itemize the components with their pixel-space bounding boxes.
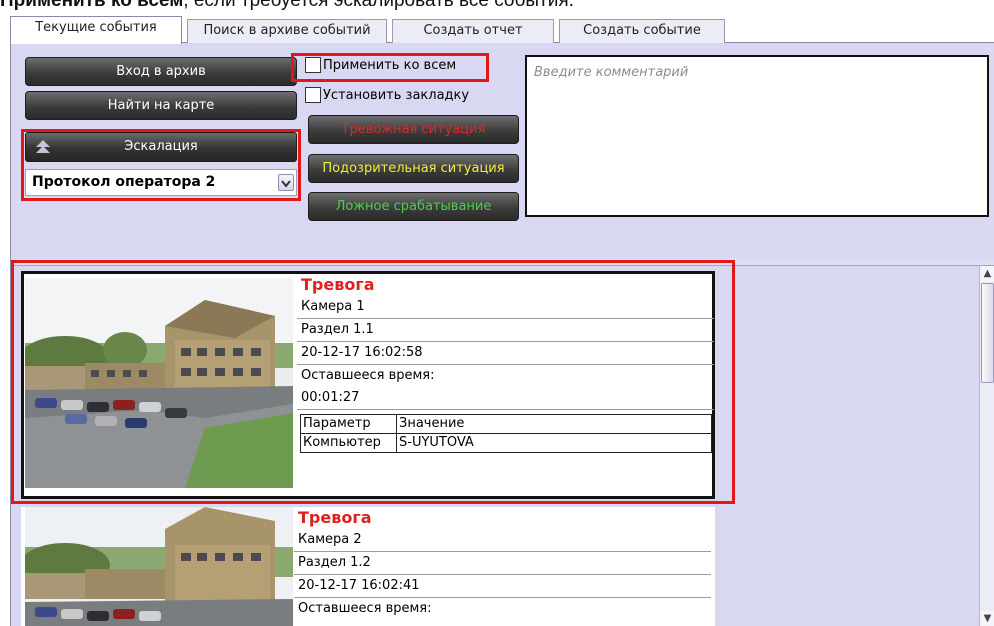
checkbox-box[interactable] [305, 57, 321, 73]
table-header-row: Параметр Значение [300, 414, 712, 434]
protocol-select[interactable]: Протокол оператора 2 [25, 169, 297, 196]
event-camera: Камера 2 [294, 529, 711, 552]
caption-bold: Применить ко всем [0, 0, 184, 11]
scroll-up-button[interactable]: ▲ [980, 266, 994, 282]
event-title: Тревога [301, 275, 375, 294]
tab-archive-search[interactable]: Поиск в архиве событий [187, 19, 387, 43]
table-cell: Компьютер [300, 433, 397, 453]
event-remaining-label: Оставшееся время: [298, 601, 432, 616]
find-on-map-button[interactable]: Найти на карте [25, 91, 297, 120]
controls-area: Вход в архив Найти на карте Эскалация Пр… [11, 43, 994, 258]
table-row: Компьютер S-UYUTOVA [300, 433, 712, 453]
scrollbar[interactable]: ▲ ▼ [979, 266, 994, 626]
event-card[interactable]: Тревога Камера 1 Раздел 1.1 20-12-17 16:… [21, 271, 715, 499]
event-section: Раздел 1.1 [297, 319, 714, 342]
escalation-button[interactable]: Эскалация [25, 132, 297, 162]
event-section: Раздел 1.2 [294, 552, 711, 575]
dropdown-button[interactable] [278, 174, 294, 191]
apply-to-all-label: Применить ко всем [323, 57, 457, 73]
event-list[interactable]: Тревога Камера 1 Раздел 1.1 20-12-17 16:… [11, 260, 994, 626]
table-header: Значение [396, 414, 712, 434]
event-datetime: 20-12-17 16:02:41 [294, 575, 711, 598]
instruction-caption: Применить ко всем, если требуется эскали… [0, 0, 574, 12]
chevron-up-double-icon [36, 140, 50, 153]
apply-to-all-checkbox[interactable]: Применить ко всем [305, 57, 456, 73]
event-param-table: Параметр Значение Компьютер S-UYUTOVA [300, 414, 712, 453]
scroll-thumb[interactable] [981, 283, 994, 383]
events-panel: Вход в архив Найти на карте Эскалация Пр… [10, 43, 994, 626]
camera-snapshot[interactable] [25, 278, 293, 488]
event-card[interactable]: Тревога Камера 2 Раздел 1.2 20-12-17 16:… [21, 507, 715, 626]
event-title: Тревога [298, 508, 372, 527]
archive-button[interactable]: Вход в архив [25, 57, 297, 86]
event-info: Тревога Камера 2 Раздел 1.2 20-12-17 16:… [294, 507, 711, 620]
event-remaining-time: 00:01:27 [297, 387, 714, 410]
tab-current-events[interactable]: Текущие события [10, 16, 182, 44]
table-cell: S-UYUTOVA [396, 433, 712, 453]
alarm-situation-button[interactable]: Тревожная ситуация [308, 115, 519, 144]
protocol-select-value: Протокол оператора 2 [32, 174, 216, 190]
arrow-down-icon: ▼ [983, 613, 992, 624]
escalation-label: Эскалация [124, 139, 198, 154]
suspicious-situation-button[interactable]: Подозрительная ситуация [308, 154, 519, 183]
table-header: Параметр [300, 414, 397, 434]
camera-image [25, 278, 293, 488]
set-bookmark-checkbox[interactable]: Установить закладку [305, 87, 469, 103]
false-alarm-button[interactable]: Ложное срабатывание [308, 192, 519, 221]
camera-snapshot[interactable] [25, 507, 293, 626]
event-camera: Камера 1 [297, 296, 714, 319]
tab-bar: Текущие события Поиск в архиве событий С… [10, 16, 994, 44]
event-info: Тревога Камера 1 Раздел 1.1 20-12-17 16:… [297, 274, 714, 453]
tab-create-report[interactable]: Создать отчет [392, 19, 554, 43]
arrow-up-icon: ▲ [983, 268, 992, 279]
event-datetime: 20-12-17 16:02:58 [297, 342, 714, 365]
comment-textarea[interactable]: Введите комментарий [525, 55, 989, 217]
camera-image [25, 507, 293, 626]
scroll-down-button[interactable]: ▼ [980, 611, 994, 626]
caption-rest: , если требуется эскалировать все событи… [183, 0, 574, 11]
event-remaining-label: Оставшееся время: [301, 368, 435, 383]
set-bookmark-label: Установить закладку [323, 87, 470, 103]
chevron-down-icon [281, 180, 291, 188]
checkbox-box[interactable] [305, 87, 321, 103]
tab-create-event[interactable]: Создать событие [559, 19, 725, 43]
